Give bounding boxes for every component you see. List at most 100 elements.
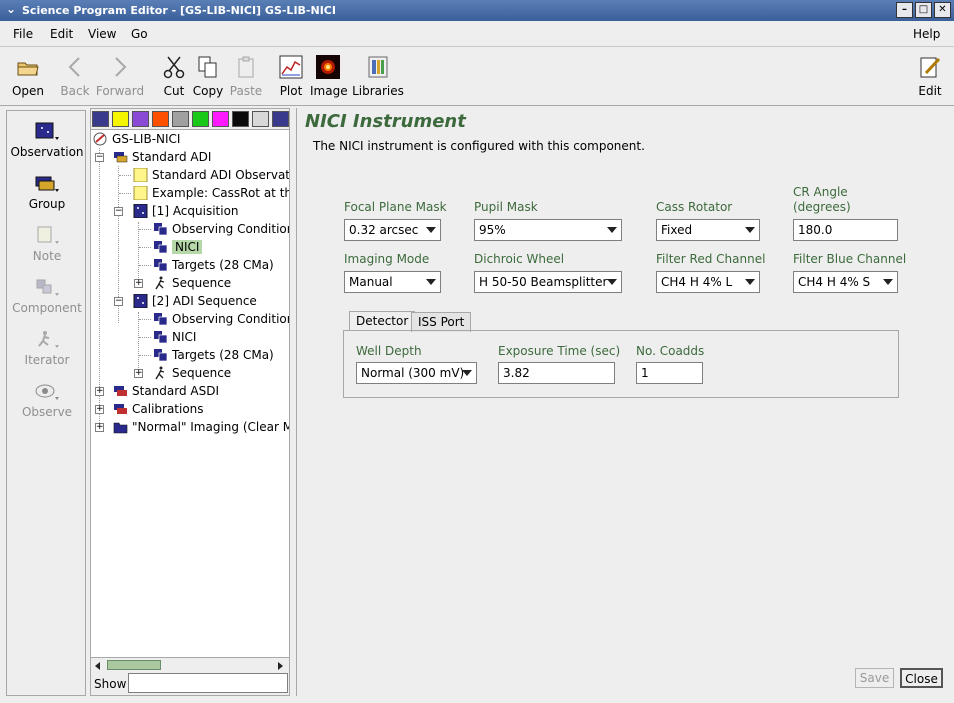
cut-button[interactable]: Cut [160,48,188,104]
exposure-time-input[interactable]: 3.82 [498,362,615,384]
group-icon [114,152,128,163]
tree-node-acquisition[interactable]: [1] Acquisition [133,202,239,220]
collapse-icon[interactable]: − [114,297,123,306]
tree-node-nici[interactable]: NICI [153,238,203,256]
tree-line [139,265,151,266]
group-button[interactable]: Group [7,169,87,217]
component-button[interactable]: Component [7,273,87,321]
expand-icon[interactable]: + [95,405,104,414]
eye-icon [35,384,59,400]
tree-node-observing-conditions[interactable]: Observing Condition [153,220,289,238]
back-button[interactable]: Back [56,48,94,104]
pupil-mask-select[interactable]: 95% [474,219,622,241]
observation-button[interactable]: Observation [7,117,87,165]
copy-button[interactable]: Copy [191,48,225,104]
filter-blue-select[interactable]: CH4 H 4% S [793,271,898,293]
save-button[interactable]: Save [855,668,894,688]
menu-view[interactable]: View [88,27,116,41]
tree-node-calibrations[interactable]: Calibrations [113,400,204,418]
well-depth-select[interactable]: Normal (300 mV) [356,362,477,384]
tree-node-note[interactable]: Example: CassRot at th [133,184,289,202]
page-title: NICI Instrument [305,111,466,132]
tree-node-standard-asdi[interactable]: Standard ASDI [113,382,219,400]
swatch-light-icon[interactable] [252,111,269,127]
swatch-green-icon[interactable] [192,111,209,127]
tab-iss-port[interactable]: ISS Port [411,312,472,332]
swatch-yellow-icon[interactable] [112,111,129,127]
tree-node-root[interactable]: GS-LIB-NICI [93,130,180,148]
note-button[interactable]: Note [7,221,87,269]
coadds-input[interactable]: 1 [636,362,703,384]
scroll-right-icon[interactable] [275,660,285,670]
menu-go[interactable]: Go [131,27,148,41]
folder-icon [113,422,128,434]
tree-node-note[interactable]: Standard ADI Observati [133,166,289,184]
tree-node-observing-conditions[interactable]: Observing Condition [153,310,289,328]
tree-node-sequence[interactable]: Sequence [153,364,231,382]
image-button[interactable]: Image [310,48,348,104]
filter-red-select[interactable]: CH4 H 4% L [656,271,760,293]
tree-node-standard-adi[interactable]: Standard ADI [113,148,211,166]
folder-open-icon [17,62,39,76]
tab-detector[interactable]: Detector [349,311,416,331]
tree-node-adi-sequence[interactable]: [2] ADI Sequence [133,292,257,310]
scroll-left-icon[interactable] [93,660,103,670]
imaging-mode-select[interactable]: Manual [344,271,441,293]
swatch-gray-icon[interactable] [172,111,189,127]
clipboard-icon [238,56,254,78]
expand-icon[interactable]: + [134,279,143,288]
observe-button[interactable]: Observe [7,377,87,425]
show-input[interactable] [128,673,288,693]
open-button[interactable]: Open [8,48,48,104]
plot-button[interactable]: Plot [277,48,305,104]
tree-horizontal-scrollbar[interactable] [91,657,289,671]
component-icon [36,279,59,296]
tree-node-sequence[interactable]: Sequence [153,274,231,292]
scroll-thumb[interactable] [107,660,161,670]
tree-node-normal-imaging[interactable]: "Normal" Imaging (Clear Ma [113,418,289,436]
tree-line [138,222,139,284]
chevron-down-icon [745,227,755,233]
component-icon [154,349,168,362]
selected-node-label: NICI [172,240,203,254]
expand-icon[interactable]: + [95,387,104,396]
tree-node-targets[interactable]: Targets (28 CMa) [153,346,274,364]
component-icon [154,241,168,254]
collapse-icon[interactable]: − [114,207,123,216]
component-icon [154,331,168,344]
close-window-icon[interactable]: ✕ [934,2,951,18]
swatch-orange-icon[interactable] [152,111,169,127]
iterator-icon [38,331,59,348]
tree-node-targets[interactable]: Targets (28 CMa) [153,256,274,274]
forward-button[interactable]: Forward [95,48,145,104]
close-button[interactable]: Close [900,668,943,688]
iterator-button[interactable]: Iterator [7,325,87,373]
dichroic-wheel-select[interactable]: H 50-50 Beamsplitter [474,271,622,293]
collapse-icon[interactable]: − [95,153,104,162]
menu-help[interactable]: Help [913,27,940,41]
coadds-label: No. Coadds [636,344,705,358]
paste-button[interactable]: Paste [228,48,264,104]
tree-node-nici[interactable]: NICI [153,328,196,346]
focal-plane-mask-select[interactable]: 0.32 arcsec [344,219,441,241]
maximize-icon[interactable]: □ [915,2,932,18]
libraries-button[interactable]: Libraries [350,48,406,104]
expand-icon[interactable]: + [134,369,143,378]
swatch-magenta-icon[interactable] [212,111,229,127]
window-menu-icon[interactable]: ⌄ [3,2,19,18]
cass-rotator-select[interactable]: Fixed [656,219,760,241]
swatch-black-icon[interactable] [232,111,249,127]
chevron-down-icon [426,227,436,233]
expand-icon[interactable]: + [95,423,104,432]
tree-line [139,319,151,320]
cr-angle-input[interactable]: 180.0 [793,219,898,241]
menu-edit[interactable]: Edit [50,27,73,41]
color-swatch-bar [91,109,289,129]
swatch-observation-icon[interactable] [272,111,289,127]
edit-button[interactable]: Edit [914,48,946,104]
tree-line [119,175,131,176]
minimize-icon[interactable]: – [896,2,913,18]
swatch-blue-icon[interactable] [92,111,109,127]
swatch-purple-icon[interactable] [132,111,149,127]
menu-file[interactable]: File [13,27,33,41]
